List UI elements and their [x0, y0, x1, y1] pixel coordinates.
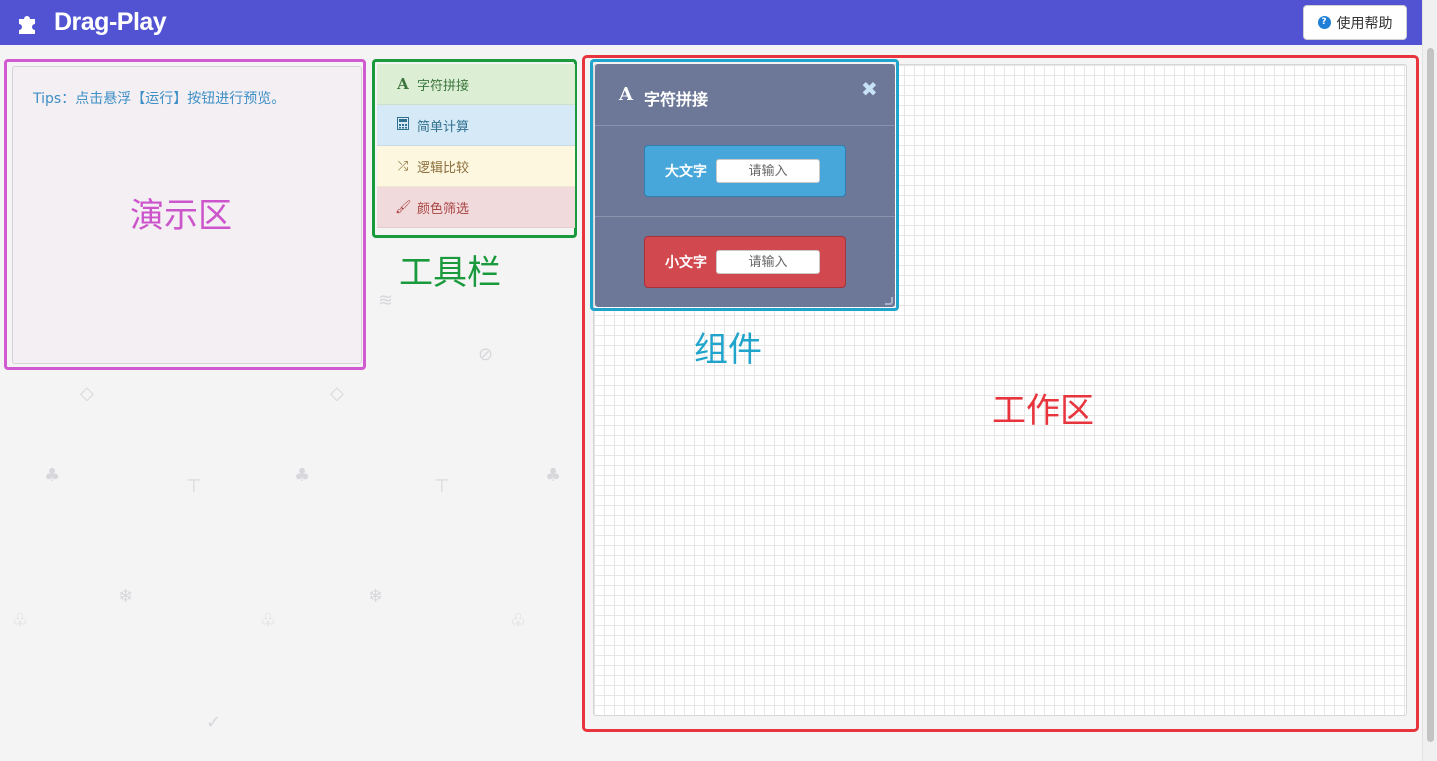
- wifi-icon: ≋: [378, 290, 394, 311]
- toolbar-item-label: 简单计算: [417, 119, 470, 135]
- tag-icon: ◇: [80, 383, 94, 404]
- resize-handle[interactable]: [885, 297, 893, 305]
- component-label: 组件: [694, 330, 762, 370]
- cherry-icon: ♧: [510, 610, 527, 631]
- cherry-icon: ♧: [12, 610, 29, 631]
- brand-title: Drag-Play: [54, 7, 167, 36]
- leaf-icon: ♣: [294, 465, 311, 486]
- brush-icon: 🖌: [395, 199, 412, 215]
- big-text-input[interactable]: [716, 159, 820, 183]
- demo-tips: Tips：点击悬浮【运行】按钮进行预览。: [33, 91, 286, 107]
- workspace-label: 工作区: [992, 391, 1094, 431]
- hammer-icon: ⊤: [434, 476, 450, 497]
- toolbar-item-logic-compare[interactable]: ⤮ 逻辑比较: [377, 146, 575, 187]
- shuffle-icon: ⤮: [397, 158, 409, 174]
- scrollbar-thumb[interactable]: [1427, 48, 1434, 742]
- help-button[interactable]: ? 使用帮助: [1303, 5, 1407, 40]
- toolbar-item-label: 逻辑比较: [417, 160, 470, 176]
- toolbar-item-calculation[interactable]: 简单计算: [377, 105, 575, 146]
- component-divider: [595, 216, 895, 217]
- toolbar-item-color-filter[interactable]: 🖌 颜色筛选: [377, 187, 575, 228]
- toolbar-item-label: 颜色筛选: [417, 201, 470, 217]
- toolbar-item-label: 字符拼接: [417, 78, 470, 94]
- demo-area-label: 演示区: [130, 196, 232, 236]
- component-title: 字符拼接: [644, 90, 709, 109]
- font-icon: A: [619, 84, 633, 105]
- tag-icon: ◇: [330, 383, 344, 404]
- top-navbar: Drag-Play ? 使用帮助: [0, 0, 1422, 45]
- check-icon: ✓: [206, 712, 222, 733]
- page-scrollbar[interactable]: [1422, 0, 1437, 761]
- toolbar-label: 工具栏: [399, 253, 501, 293]
- close-icon[interactable]: ✖: [861, 79, 878, 99]
- snowflake-icon: ❄: [368, 586, 384, 607]
- big-text-label: 大文字: [665, 164, 707, 180]
- component-card[interactable]: A 字符拼接 ✖ 大文字 小文字: [595, 64, 895, 307]
- big-text-field[interactable]: 大文字: [644, 145, 846, 197]
- cherry-icon: ♧: [260, 610, 277, 631]
- small-text-input[interactable]: [716, 250, 820, 274]
- help-button-label: 使用帮助: [1336, 15, 1393, 32]
- leaf-icon: ♣: [545, 465, 562, 486]
- brand[interactable]: Drag-Play: [16, 7, 167, 37]
- small-text-label: 小文字: [665, 255, 707, 271]
- leaf-icon: ♣: [44, 465, 61, 486]
- font-icon: A: [397, 75, 409, 93]
- calculator-icon: [395, 116, 411, 134]
- question-icon: ?: [1317, 16, 1331, 29]
- component-header[interactable]: A 字符拼接 ✖: [595, 64, 895, 126]
- small-text-field[interactable]: 小文字: [644, 236, 846, 288]
- snowflake-icon: ❄: [118, 586, 134, 607]
- slash-circle-icon: ⊘: [478, 344, 494, 365]
- puzzle-icon: [19, 16, 35, 34]
- toolbar-item-string-concat[interactable]: A 字符拼接: [377, 64, 575, 105]
- hammer-icon: ⊤: [186, 476, 202, 497]
